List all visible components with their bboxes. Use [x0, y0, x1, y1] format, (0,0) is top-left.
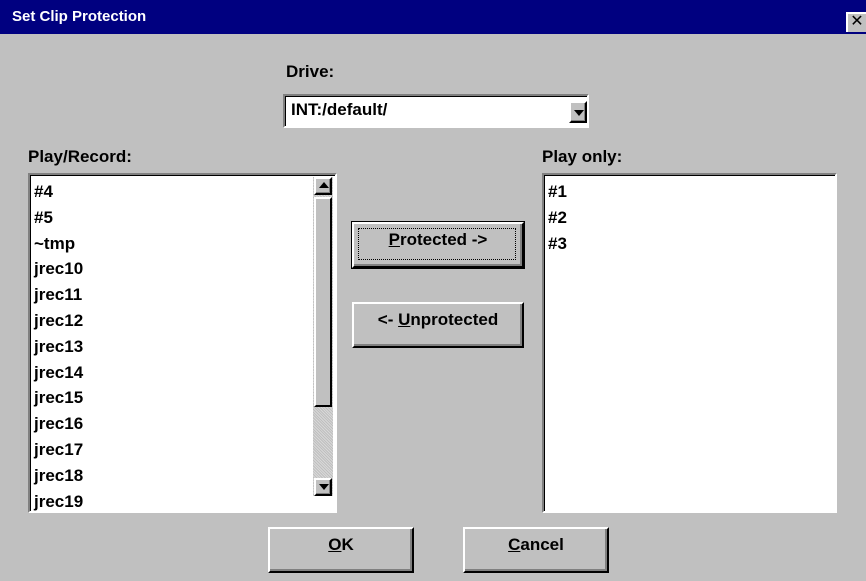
chevron-down-icon — [574, 110, 584, 116]
play-record-list: #4 #5 ~tmp jrec10 jrec11 jrec12 jrec13 j… — [34, 179, 83, 514]
list-item[interactable]: #1 — [548, 179, 567, 205]
list-item[interactable]: jrec15 — [34, 385, 83, 411]
close-button[interactable]: ✕ — [846, 12, 866, 32]
list-item[interactable]: jrec13 — [34, 334, 83, 360]
play-only-listbox[interactable]: #1 #2 #3 — [542, 173, 837, 513]
title-bar: Set Clip Protection ✕ — [0, 0, 866, 34]
list-item[interactable]: jrec14 — [34, 360, 83, 386]
list-item[interactable]: jrec11 — [34, 282, 83, 308]
ok-button-label: OK — [328, 535, 354, 554]
list-item[interactable]: jrec10 — [34, 256, 83, 282]
protected-button[interactable]: Protected -> — [351, 221, 525, 269]
list-item[interactable]: jrec19 — [34, 489, 83, 515]
drive-dropdown-button[interactable] — [569, 101, 587, 123]
play-only-list: #1 #2 #3 — [548, 179, 567, 256]
scroll-up-button[interactable] — [314, 177, 332, 195]
list-item[interactable]: #4 — [34, 179, 83, 205]
vertical-scrollbar[interactable] — [313, 177, 333, 496]
unprotected-button-label: <- Unprotected — [377, 310, 499, 329]
window-title: Set Clip Protection — [12, 8, 147, 25]
play-record-listbox[interactable]: #4 #5 ~tmp jrec10 jrec11 jrec12 jrec13 j… — [28, 173, 337, 513]
list-item[interactable]: #3 — [548, 231, 567, 257]
list-item[interactable]: #2 — [548, 205, 567, 231]
scroll-thumb[interactable] — [314, 197, 332, 407]
list-item[interactable]: ~tmp — [34, 231, 83, 257]
list-item[interactable]: #5 — [34, 205, 83, 231]
chevron-up-icon — [319, 182, 329, 188]
ok-button[interactable]: OK — [268, 527, 414, 573]
close-icon: ✕ — [850, 13, 864, 30]
drive-select-value: INT:/default/ — [291, 100, 388, 119]
list-item[interactable]: jrec17 — [34, 437, 83, 463]
protected-button-label: Protected -> — [388, 230, 488, 249]
scroll-down-button[interactable] — [314, 478, 332, 496]
list-item[interactable]: jrec12 — [34, 308, 83, 334]
drive-label: Drive: — [286, 62, 335, 81]
list-item[interactable]: jrec16 — [34, 411, 83, 437]
cancel-button[interactable]: Cancel — [463, 527, 609, 573]
cancel-button-label: Cancel — [508, 535, 564, 554]
unprotected-button[interactable]: <- Unprotected — [352, 302, 524, 348]
chevron-down-icon — [319, 484, 329, 490]
play-record-label: Play/Record: — [28, 147, 132, 166]
list-item[interactable]: jrec18 — [34, 463, 83, 489]
play-only-label: Play only: — [542, 147, 623, 166]
drive-select[interactable]: INT:/default/ — [283, 94, 589, 128]
